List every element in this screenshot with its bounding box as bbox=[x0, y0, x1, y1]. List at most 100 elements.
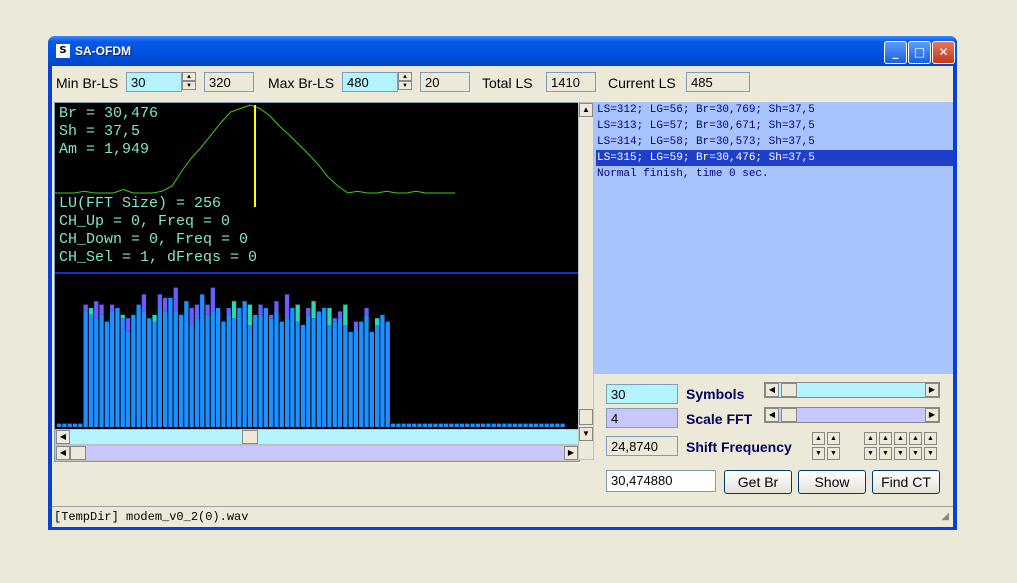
list-item[interactable]: LS=314; LG=58; Br=30,573; Sh=37,5 bbox=[596, 134, 953, 150]
shift-up-icon[interactable]: ▲ bbox=[812, 432, 825, 445]
sh-readout: Sh = 37,5 bbox=[59, 123, 141, 140]
spectrum-bar bbox=[364, 314, 369, 427]
spectrum-bar bbox=[380, 314, 385, 427]
spectrum-bar bbox=[300, 325, 306, 427]
scroll-up-icon[interactable]: ▲ bbox=[579, 103, 593, 117]
slider-left-icon[interactable]: ◀ bbox=[765, 408, 779, 422]
symbols-input[interactable]: 30 bbox=[606, 384, 678, 404]
log-list[interactable]: LS=312; LG=56; Br=30,769; Sh=37,5 LS=313… bbox=[594, 102, 953, 374]
spectrum-bar bbox=[549, 423, 555, 427]
fine-up-icon[interactable]: ▲ bbox=[879, 432, 892, 445]
spectrum-bar bbox=[443, 423, 449, 427]
spectrum-bar bbox=[168, 297, 173, 427]
shift-frequency-input[interactable]: 24,8740 bbox=[606, 436, 678, 456]
max-br-ls-input[interactable]: 480 bbox=[342, 72, 398, 92]
spectrum-bar bbox=[369, 331, 374, 427]
fine-down-icon[interactable]: ▼ bbox=[909, 447, 922, 460]
spectrum-bar bbox=[247, 325, 253, 427]
fine-up-icon[interactable]: ▲ bbox=[864, 432, 877, 445]
spectrum-peak bbox=[194, 304, 200, 319]
spectrum-h-scrollbar[interactable]: ◀ bbox=[55, 429, 579, 445]
min-br-ls-spinner[interactable]: ▲ ▼ bbox=[182, 72, 196, 92]
resize-grip-icon[interactable]: ◢ bbox=[941, 511, 949, 522]
spectrum-peak bbox=[226, 308, 231, 315]
shift-down-icon[interactable]: ▼ bbox=[827, 447, 840, 460]
spectrum-bar bbox=[131, 314, 136, 427]
bottom-h-scrollbar[interactable]: ◀ ▶ bbox=[55, 445, 579, 461]
spectrum-view[interactable]: Br = 30,476 Sh = 37,5 Am = 1,949 LU(FFT … bbox=[54, 102, 580, 462]
spectrum-peak bbox=[110, 304, 115, 312]
spectrum-peak bbox=[258, 304, 263, 315]
slider-thumb[interactable] bbox=[781, 383, 797, 397]
spectrum-bar bbox=[465, 423, 470, 427]
spectrum-bar bbox=[242, 301, 247, 427]
slider-left-icon[interactable]: ◀ bbox=[765, 383, 779, 397]
max-aux-field[interactable]: 20 bbox=[420, 72, 470, 92]
scroll-left-icon[interactable]: ◀ bbox=[56, 446, 70, 460]
fine-up-icon[interactable]: ▲ bbox=[894, 432, 907, 445]
spectrum-bar bbox=[327, 325, 332, 427]
spectrum-peak bbox=[99, 304, 104, 315]
shift-down-icon[interactable]: ▼ bbox=[812, 447, 825, 460]
fine-up-icon[interactable]: ▲ bbox=[909, 432, 922, 445]
spectrum-peak bbox=[120, 314, 125, 319]
spectrum-bar bbox=[454, 423, 459, 427]
spectrum-peak bbox=[125, 318, 131, 332]
spectrum-v-scrollbar[interactable]: ▲ ▼ bbox=[578, 102, 594, 460]
fine-down-icon[interactable]: ▼ bbox=[864, 447, 877, 460]
control-panel: 30 Symbols ◀ ▶ 4 Scale FFT ◀ ▶ 24,8740 S… bbox=[594, 374, 953, 506]
shift-up-icon[interactable]: ▲ bbox=[827, 432, 840, 445]
fine-down-icon[interactable]: ▼ bbox=[894, 447, 907, 460]
list-item-selected[interactable]: LS=315; LG=59; Br=30,476; Sh=37,5 bbox=[596, 150, 953, 166]
minimize-button[interactable]: _ bbox=[884, 41, 907, 64]
spectrum-peak bbox=[157, 294, 162, 308]
min-aux-field[interactable]: 320 bbox=[204, 72, 254, 92]
min-br-ls-input[interactable]: 30 bbox=[126, 72, 182, 92]
spectrum-bar bbox=[274, 311, 279, 427]
scroll-thumb[interactable] bbox=[579, 409, 593, 425]
result-field[interactable]: 30,474880 bbox=[606, 470, 716, 492]
list-item[interactable]: Normal finish, time 0 sec. bbox=[596, 166, 953, 182]
scroll-right-icon[interactable]: ▶ bbox=[564, 446, 578, 460]
fine-up-icon[interactable]: ▲ bbox=[924, 432, 937, 445]
spectrum-bar bbox=[337, 318, 343, 427]
spectrum-bar bbox=[534, 423, 539, 427]
list-item[interactable]: LS=313; LG=57; Br=30,671; Sh=37,5 bbox=[596, 118, 953, 134]
scroll-thumb[interactable] bbox=[70, 446, 86, 460]
show-button[interactable]: Show bbox=[798, 470, 866, 494]
fft-size-readout: LU(FFT Size) = 256 bbox=[59, 195, 222, 212]
spectrum-bar bbox=[125, 331, 131, 427]
scroll-thumb[interactable] bbox=[242, 430, 258, 444]
ch-down-readout: CH_Down = 0, Freq = 0 bbox=[59, 231, 249, 248]
spectrum-bar bbox=[194, 318, 200, 427]
scroll-down-icon[interactable]: ▼ bbox=[579, 427, 593, 441]
symbols-slider[interactable]: ◀ ▶ bbox=[764, 382, 940, 398]
scroll-left-icon[interactable]: ◀ bbox=[56, 430, 70, 444]
title-bar[interactable]: S SA-OFDM _ □ ✕ bbox=[48, 36, 957, 66]
app-window: S SA-OFDM _ □ ✕ Min Br-LS 30 ▲ ▼ 320 Max … bbox=[48, 36, 957, 530]
slider-right-icon[interactable]: ▶ bbox=[925, 383, 939, 397]
maximize-button[interactable]: □ bbox=[908, 41, 931, 64]
spectrum-bar bbox=[438, 423, 443, 427]
get-br-button[interactable]: Get Br bbox=[724, 470, 792, 494]
fine-down-icon[interactable]: ▼ bbox=[924, 447, 937, 460]
scale-fft-slider[interactable]: ◀ ▶ bbox=[764, 407, 940, 423]
list-item[interactable]: LS=312; LG=56; Br=30,769; Sh=37,5 bbox=[596, 102, 953, 118]
spectrum-bar bbox=[184, 301, 189, 427]
spectrum-bar bbox=[62, 423, 67, 427]
spectrum-peak bbox=[364, 308, 369, 315]
spectrum-bar bbox=[157, 308, 162, 427]
slider-thumb[interactable] bbox=[781, 408, 797, 422]
spectrum-bar bbox=[115, 308, 120, 427]
fine-down-icon[interactable]: ▼ bbox=[879, 447, 892, 460]
find-ct-button[interactable]: Find CT bbox=[872, 470, 940, 494]
max-br-ls-label: Max Br-LS bbox=[268, 75, 335, 91]
max-br-ls-spinner[interactable]: ▲ ▼ bbox=[398, 72, 412, 92]
scale-fft-input[interactable]: 4 bbox=[606, 408, 678, 428]
spectrum-bar bbox=[502, 423, 507, 427]
close-button[interactable]: ✕ bbox=[932, 41, 955, 64]
spectrum-bar bbox=[422, 423, 427, 427]
spectrum-peak bbox=[210, 287, 215, 312]
am-readout: Am = 1,949 bbox=[59, 141, 150, 158]
slider-right-icon[interactable]: ▶ bbox=[925, 408, 939, 422]
